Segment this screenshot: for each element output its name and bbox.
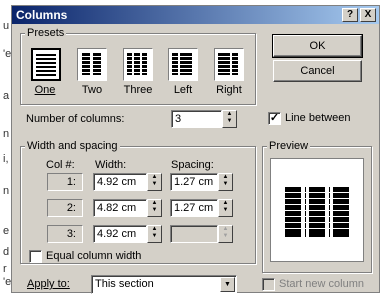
spin-up-icon: ▲ bbox=[151, 200, 158, 206]
spin-down-icon: ▼ bbox=[151, 181, 158, 187]
background-char: a bbox=[3, 90, 10, 102]
width-input-2[interactable]: 4.82 cm bbox=[93, 199, 147, 217]
preview-columns-graphic bbox=[285, 187, 349, 237]
start-new-column-checkbox bbox=[262, 278, 275, 291]
preset-left-label: Left bbox=[173, 84, 193, 96]
spin-up-icon: ▲ bbox=[222, 200, 229, 206]
preset-right-label: Right bbox=[216, 84, 242, 96]
col-number-header: Col #: bbox=[46, 159, 75, 171]
line-between-checkbox[interactable]: ✓ bbox=[268, 112, 281, 125]
preset-left-button[interactable] bbox=[168, 48, 198, 81]
width-spacing-group-label: Width and spacing bbox=[25, 140, 120, 152]
col-number-2: 2: bbox=[47, 199, 83, 217]
preset-three-button[interactable] bbox=[123, 48, 153, 81]
spin-down-icon: ▼ bbox=[151, 207, 158, 213]
width-input-3[interactable]: 4.92 cm bbox=[93, 225, 147, 243]
width-spinner-3[interactable]: ▲ ▼ bbox=[147, 225, 162, 243]
spin-down-icon: ▼ bbox=[222, 233, 229, 239]
one-column-icon bbox=[36, 54, 56, 76]
spacing-header: Spacing: bbox=[171, 159, 214, 171]
spin-up-icon: ▲ bbox=[222, 174, 229, 180]
spacing-input-2[interactable]: 1.27 cm bbox=[170, 199, 218, 217]
width-spinner-2[interactable]: ▲ ▼ bbox=[147, 199, 162, 217]
width-spacing-group: Width and spacing Col #: Width: Spacing:… bbox=[20, 140, 256, 264]
preset-one-label: One bbox=[34, 84, 56, 96]
background-char: d bbox=[3, 246, 10, 258]
background-char: u bbox=[3, 20, 10, 32]
col-number-3: 3: bbox=[47, 225, 83, 243]
right-columns-icon bbox=[218, 53, 238, 75]
cancel-button[interactable]: Cancel bbox=[273, 60, 362, 82]
presets-group-label: Presets bbox=[25, 27, 67, 39]
apply-to-label: Apply to: bbox=[27, 278, 70, 290]
line-between-label: Line between bbox=[285, 112, 351, 124]
spacing-spinner-3: ▲ ▼ bbox=[218, 225, 233, 243]
preview-page bbox=[270, 158, 364, 262]
close-button[interactable]: X bbox=[360, 8, 376, 22]
preset-three-label: Three bbox=[123, 84, 153, 96]
background-char: i, bbox=[3, 153, 9, 165]
spacing-input-1[interactable]: 1.27 cm bbox=[170, 173, 218, 191]
spin-up-icon: ▲ bbox=[222, 226, 229, 232]
preset-two-button[interactable] bbox=[77, 48, 107, 81]
background-char: n bbox=[3, 128, 10, 140]
spin-down-icon: ▼ bbox=[222, 207, 229, 213]
two-columns-icon bbox=[82, 53, 101, 75]
spin-up-icon: ▲ bbox=[151, 226, 158, 232]
width-header: Width: bbox=[95, 159, 127, 171]
col-number-1: 1: bbox=[47, 173, 83, 191]
left-columns-icon bbox=[172, 53, 192, 75]
help-button[interactable]: ? bbox=[342, 8, 358, 22]
dialog-title: Columns bbox=[16, 8, 68, 22]
apply-to-value: This section bbox=[95, 278, 154, 290]
preset-two-label: Two bbox=[81, 84, 103, 96]
spin-up-icon: ▲ bbox=[226, 111, 233, 117]
chevron-down-icon[interactable]: ▼ bbox=[220, 277, 235, 292]
spacing-input-3 bbox=[170, 225, 218, 243]
preset-right-button[interactable] bbox=[214, 48, 244, 81]
width-input-1[interactable]: 4.92 cm bbox=[93, 173, 147, 191]
apply-to-dropdown[interactable]: This section ▼ bbox=[91, 275, 237, 294]
width-spinner-1[interactable]: ▲ ▼ bbox=[147, 173, 162, 191]
spin-down-icon: ▼ bbox=[226, 118, 233, 124]
number-of-columns-spinner[interactable]: ▲ ▼ bbox=[222, 110, 237, 128]
spin-down-icon: ▼ bbox=[151, 233, 158, 239]
equal-column-width-checkbox[interactable] bbox=[29, 250, 42, 263]
columns-dialog: Columns ? X Presets One Two Three Left R… bbox=[11, 5, 380, 294]
background-char: e bbox=[3, 225, 10, 237]
spacing-spinner-1[interactable]: ▲ ▼ bbox=[218, 173, 233, 191]
spin-down-icon: ▼ bbox=[222, 181, 229, 187]
number-of-columns-label: Number of columns: bbox=[26, 113, 125, 125]
background-char: 'e bbox=[3, 276, 12, 288]
start-new-column-label: Start new column bbox=[279, 278, 364, 290]
number-of-columns-input[interactable]: 3 bbox=[171, 110, 222, 128]
presets-group: Presets One Two Three Left Right bbox=[20, 27, 256, 105]
spin-up-icon: ▲ bbox=[151, 174, 158, 180]
title-bar: Columns ? X bbox=[12, 6, 379, 24]
preset-one-button[interactable] bbox=[31, 48, 61, 81]
three-columns-icon bbox=[127, 53, 147, 75]
background-char: n bbox=[3, 185, 10, 197]
background-char: 'e bbox=[3, 48, 12, 60]
ok-button[interactable]: OK bbox=[272, 34, 363, 58]
equal-column-width-label: Equal column width bbox=[46, 250, 142, 262]
spacing-spinner-2[interactable]: ▲ ▼ bbox=[218, 199, 233, 217]
background-char: r bbox=[3, 263, 7, 275]
preview-group-label: Preview bbox=[267, 140, 311, 152]
